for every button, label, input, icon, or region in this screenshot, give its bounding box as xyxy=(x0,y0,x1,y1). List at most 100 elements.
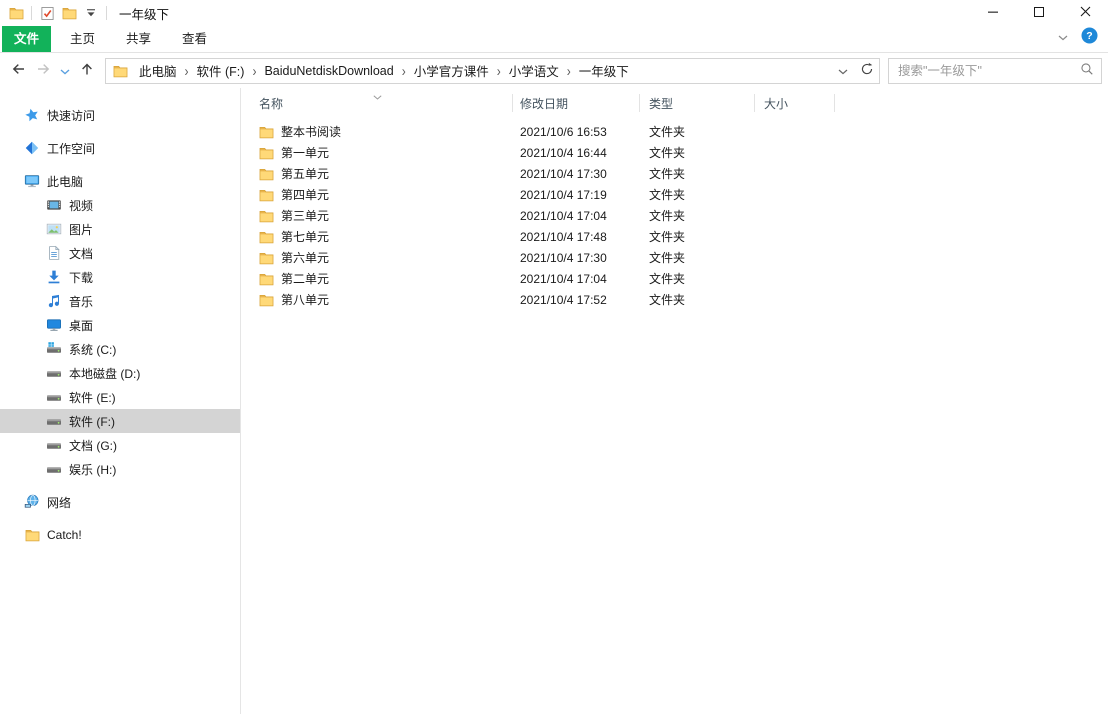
tab-home[interactable]: 主页 xyxy=(58,26,107,52)
sidebar-item[interactable]: 本地磁盘 (D:) xyxy=(0,361,240,385)
downloads-icon xyxy=(46,269,62,285)
file-name: 第六单元 xyxy=(281,249,329,266)
file-row[interactable]: 第七单元2021/10/4 17:48文件夹 xyxy=(241,226,1108,247)
breadcrumb-chevron-icon[interactable]: › xyxy=(496,62,502,80)
sidebar-item[interactable]: 软件 (F:) xyxy=(0,409,240,433)
maximize-button[interactable] xyxy=(1016,0,1062,26)
folder-icon xyxy=(259,145,275,160)
file-row[interactable]: 第二单元2021/10/4 17:04文件夹 xyxy=(241,268,1108,289)
file-row[interactable]: 第五单元2021/10/4 17:30文件夹 xyxy=(241,163,1108,184)
sort-chevron-icon[interactable] xyxy=(373,89,382,103)
folder-icon xyxy=(259,208,275,223)
file-row[interactable]: 第六单元2021/10/4 17:30文件夹 xyxy=(241,247,1108,268)
network-icon xyxy=(24,494,40,510)
breadcrumb-item[interactable]: 软件 (F:) xyxy=(190,61,252,80)
file-type: 文件夹 xyxy=(639,186,754,203)
file-row[interactable]: 整本书阅读2021/10/6 16:53文件夹 xyxy=(241,121,1108,142)
drive-icon xyxy=(46,461,62,477)
sidebar-item[interactable]: 图片 xyxy=(0,217,240,241)
sidebar-item[interactable]: 视频 xyxy=(0,193,240,217)
column-separator[interactable] xyxy=(639,94,640,112)
app-folder-icon[interactable] xyxy=(5,3,27,23)
expand-ribbon-chevron-icon[interactable] xyxy=(1058,30,1068,44)
properties-icon[interactable] xyxy=(36,3,58,23)
drive-icon xyxy=(46,413,62,429)
tab-view[interactable]: 查看 xyxy=(170,26,219,52)
this-pc-icon xyxy=(24,173,40,189)
breadcrumb-item[interactable]: 小学语文 xyxy=(502,61,566,80)
sidebar-item[interactable]: 文档 (G:) xyxy=(0,433,240,457)
file-type: 文件夹 xyxy=(639,249,754,266)
sidebar-item[interactable]: 网络 xyxy=(0,490,240,514)
file-name: 第三单元 xyxy=(281,207,329,224)
sidebar-item[interactable]: Catch! xyxy=(0,523,240,547)
column-header-date[interactable]: 修改日期 xyxy=(512,88,639,118)
file-name: 第八单元 xyxy=(281,291,329,308)
tab-share[interactable]: 共享 xyxy=(114,26,163,52)
address-folder-icon xyxy=(106,64,132,78)
sidebar-item[interactable]: 工作空间 xyxy=(0,136,240,160)
body-area: 快速访问工作空间此电脑视频图片文档下载音乐桌面系统 (C:)本地磁盘 (D:)软… xyxy=(0,88,1108,714)
folder-icon xyxy=(259,187,275,202)
forward-button[interactable] xyxy=(31,58,56,83)
navigation-pane: 快速访问工作空间此电脑视频图片文档下载音乐桌面系统 (C:)本地磁盘 (D:)软… xyxy=(0,88,241,714)
folder-icon xyxy=(259,271,275,286)
sidebar-item[interactable]: 文档 xyxy=(0,241,240,265)
close-button[interactable] xyxy=(1062,0,1108,26)
sidebar-item-label: 桌面 xyxy=(69,317,93,334)
file-rows: 整本书阅读2021/10/6 16:53文件夹第一单元2021/10/4 16:… xyxy=(241,118,1108,310)
recent-locations-button[interactable] xyxy=(56,58,74,83)
up-button[interactable] xyxy=(74,58,99,83)
search-input[interactable] xyxy=(898,64,1080,78)
breadcrumb-item[interactable]: BaiduNetdiskDownload xyxy=(257,64,400,78)
breadcrumb-item[interactable]: 小学官方课件 xyxy=(407,61,496,80)
sidebar-item[interactable]: 软件 (E:) xyxy=(0,385,240,409)
sidebar-item[interactable]: 系统 (C:) xyxy=(0,337,240,361)
minimize-button[interactable] xyxy=(970,0,1016,26)
sidebar-item-label: 工作空间 xyxy=(47,140,95,157)
address-bar[interactable]: 此电脑›软件 (F:)›BaiduNetdiskDownload›小学官方课件›… xyxy=(105,58,880,84)
close-icon xyxy=(1080,6,1091,20)
file-row[interactable]: 第四单元2021/10/4 17:19文件夹 xyxy=(241,184,1108,205)
breadcrumb-item[interactable]: 一年级下 xyxy=(572,61,636,80)
breadcrumb-chevron-icon[interactable]: › xyxy=(251,62,257,80)
new-folder-icon[interactable] xyxy=(58,3,80,23)
sidebar-item[interactable]: 音乐 xyxy=(0,289,240,313)
music-icon xyxy=(46,293,62,309)
window-title: 一年级下 xyxy=(119,4,169,23)
file-row[interactable]: 第一单元2021/10/4 16:44文件夹 xyxy=(241,142,1108,163)
sidebar-item-label: 系统 (C:) xyxy=(69,341,116,358)
titlebar-separator xyxy=(31,6,32,20)
breadcrumb-item[interactable]: 此电脑 xyxy=(132,61,184,80)
tab-file[interactable]: 文件 xyxy=(2,26,51,52)
refresh-icon xyxy=(860,62,874,79)
sidebar-item[interactable]: 此电脑 xyxy=(0,169,240,193)
breadcrumb-chevron-icon[interactable]: › xyxy=(401,62,407,80)
file-name: 第二单元 xyxy=(281,270,329,287)
file-row[interactable]: 第三单元2021/10/4 17:04文件夹 xyxy=(241,205,1108,226)
column-separator[interactable] xyxy=(834,94,835,112)
sidebar-item-label: 视频 xyxy=(69,197,93,214)
back-button[interactable] xyxy=(6,58,31,83)
search-icon[interactable] xyxy=(1080,62,1094,79)
customize-qat-icon[interactable] xyxy=(80,3,102,23)
sidebar-item[interactable]: 桌面 xyxy=(0,313,240,337)
breadcrumb-chevron-icon[interactable]: › xyxy=(184,62,190,80)
column-header-type[interactable]: 类型 xyxy=(639,88,754,118)
refresh-button[interactable] xyxy=(855,59,879,83)
file-modified-date: 2021/10/4 17:30 xyxy=(512,167,639,181)
column-separator[interactable] xyxy=(512,94,513,112)
column-separator[interactable] xyxy=(754,94,755,112)
column-header-size[interactable]: 大小 xyxy=(754,88,834,118)
ribbon-right-controls: ? xyxy=(1058,27,1098,47)
sidebar-item-label: 此电脑 xyxy=(47,173,83,190)
file-row[interactable]: 第八单元2021/10/4 17:52文件夹 xyxy=(241,289,1108,310)
sidebar-item[interactable]: 下载 xyxy=(0,265,240,289)
sidebar-item[interactable]: 快速访问 xyxy=(0,103,240,127)
sidebar-item[interactable]: 娱乐 (H:) xyxy=(0,457,240,481)
address-dropdown-button[interactable] xyxy=(831,59,855,83)
file-modified-date: 2021/10/4 17:04 xyxy=(512,209,639,223)
file-type: 文件夹 xyxy=(639,165,754,182)
breadcrumb-chevron-icon[interactable]: › xyxy=(566,62,572,80)
help-icon[interactable]: ? xyxy=(1081,27,1098,47)
